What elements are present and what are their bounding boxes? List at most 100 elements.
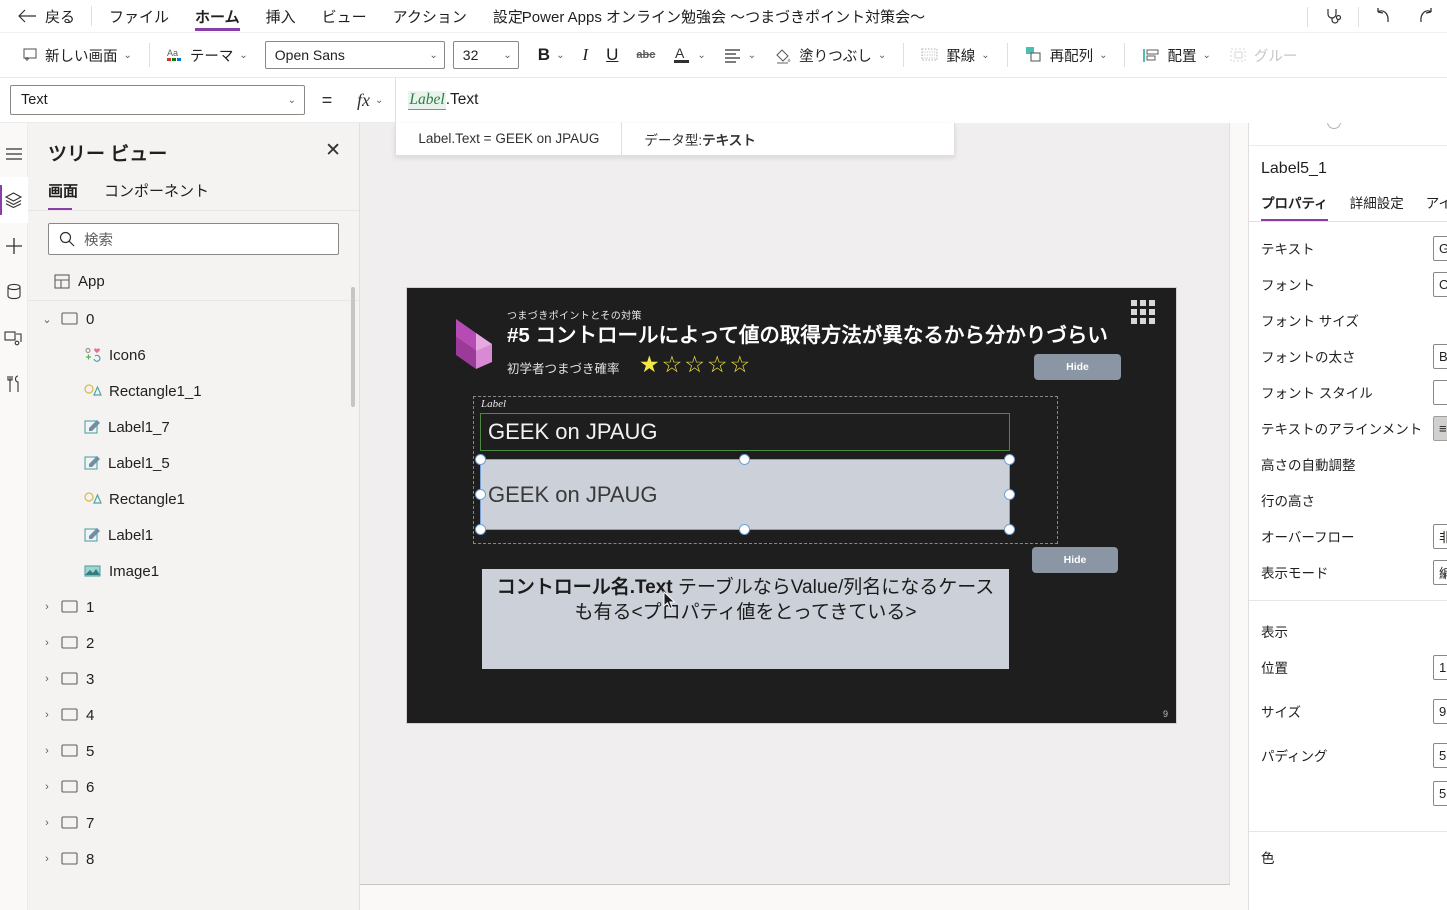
font-family-select[interactable]: Open Sans ⌄	[264, 41, 445, 69]
tree-item-label1-7[interactable]: Label1_7	[28, 409, 359, 445]
resize-handle-s[interactable]	[739, 524, 750, 535]
tab-properties[interactable]: プロパティ	[1261, 190, 1328, 221]
chevron-right-icon[interactable]: ›	[40, 745, 54, 757]
hide-button-2[interactable]: Hide	[1032, 547, 1118, 573]
tools-icon[interactable]	[0, 361, 28, 407]
hide-button-1[interactable]: Hide	[1034, 354, 1121, 380]
chevron-down-icon: ⌄	[239, 49, 248, 61]
tab-ideas[interactable]: アイ	[1426, 190, 1447, 221]
text-alignment-button[interactable]: ≡	[1433, 416, 1447, 441]
tree-item-screen-3[interactable]: › 3	[28, 661, 359, 697]
menu-item-file[interactable]: ファイル	[96, 0, 182, 33]
tree-item-app[interactable]: App	[28, 263, 359, 301]
menu-item-home[interactable]: ホーム	[182, 0, 253, 33]
size-input[interactable]: 93	[1433, 699, 1447, 724]
search-input[interactable]: 検索	[48, 223, 339, 255]
tree-item-image1[interactable]: Image1	[28, 553, 359, 589]
tree-item-rectangle1-1[interactable]: Rectangle1_1	[28, 373, 359, 409]
insert-plus-icon[interactable]	[0, 223, 28, 269]
font-value-input[interactable]: Op	[1433, 272, 1447, 297]
property-label: フォント スタイル	[1261, 386, 1373, 401]
tree-item-screen-9[interactable]: ⌄ 9	[28, 877, 359, 889]
tree-scrollbar-thumb[interactable]	[351, 287, 355, 407]
resize-handle-e[interactable]	[1004, 489, 1015, 500]
chevron-right-icon[interactable]: ›	[40, 853, 54, 865]
resize-handle-sw[interactable]	[475, 524, 486, 535]
tree-item-screen-6[interactable]: › 6	[28, 769, 359, 805]
strikethrough-button[interactable]: abc	[627, 39, 664, 71]
tree-item-label1[interactable]: Label1	[28, 517, 359, 553]
text-value-input[interactable]: GE	[1433, 236, 1447, 261]
bold-button[interactable]: B ⌄	[529, 39, 574, 71]
tree-view-layers-icon[interactable]	[0, 177, 28, 223]
fx-button[interactable]: fx ⌄	[349, 90, 395, 111]
redo-icon[interactable]	[1405, 0, 1447, 33]
resize-handle-n[interactable]	[739, 454, 750, 465]
display-mode-input[interactable]: 編	[1433, 560, 1447, 585]
tree-item-label1-5[interactable]: Label1_5	[28, 445, 359, 481]
data-cylinder-icon[interactable]	[0, 269, 28, 315]
tree-item-screen-7[interactable]: › 7	[28, 805, 359, 841]
grid-menu-icon[interactable]	[1131, 300, 1157, 326]
padding-input-1[interactable]: 5	[1433, 743, 1447, 768]
formula-input[interactable]: Label .Text	[395, 77, 1447, 123]
property-select[interactable]: Text ⌄	[10, 85, 305, 115]
chevron-right-icon[interactable]: ›	[40, 673, 54, 685]
tree-item-screen-2[interactable]: › 2	[28, 625, 359, 661]
arrange-button[interactable]: 配置 ⌄	[1133, 39, 1219, 71]
menu-item-settings[interactable]: 設定	[480, 0, 536, 33]
chevron-right-icon[interactable]: ›	[40, 601, 54, 613]
menu-item-insert[interactable]: 挿入	[253, 0, 309, 33]
font-color-button[interactable]: A ⌄	[664, 39, 714, 71]
close-icon[interactable]: ✕	[321, 139, 345, 162]
resize-handle-nw[interactable]	[475, 454, 486, 465]
undo-icon[interactable]	[1363, 0, 1405, 33]
position-input[interactable]: 12	[1433, 655, 1447, 680]
chevron-right-icon[interactable]: ›	[40, 781, 54, 793]
text-align-button[interactable]: ⌄	[715, 39, 765, 71]
font-weight-input[interactable]: B	[1433, 344, 1447, 369]
italic-button[interactable]: I	[573, 39, 597, 71]
border-button[interactable]: 罫線 ⌄	[912, 39, 998, 71]
tree-item-screen-4[interactable]: › 4	[28, 697, 359, 733]
font-style-input[interactable]	[1433, 380, 1447, 405]
divider	[91, 6, 93, 26]
menu-item-view[interactable]: ビュー	[309, 0, 380, 33]
explanation-paragraph[interactable]: コントロール名.Text テーブルならValue/列名になるケースも有る<プロパ…	[482, 569, 1009, 669]
back-button[interactable]: 戻る	[0, 6, 87, 27]
tree-item-icon6[interactable]: Icon6	[28, 337, 359, 373]
tab-components[interactable]: コンポーネント	[104, 174, 219, 210]
underline-button[interactable]: U	[597, 39, 627, 71]
fill-button[interactable]: 塗りつぶし ⌄	[765, 39, 895, 71]
resize-handle-w[interactable]	[475, 489, 486, 500]
chevron-right-icon[interactable]: ›	[40, 709, 54, 721]
overflow-input[interactable]: 非	[1433, 524, 1447, 549]
property-row-position: 位置 12	[1249, 645, 1447, 689]
new-screen-button[interactable]: 新しい画面 ⌄	[14, 39, 141, 71]
menu-item-action[interactable]: アクション	[380, 0, 480, 33]
resize-handle-ne[interactable]	[1004, 454, 1015, 465]
app-checker-stethoscope-icon[interactable]	[1312, 0, 1354, 33]
reorder-button[interactable]: 再配列 ⌄	[1016, 39, 1117, 71]
label-selected-control[interactable]: GEEK on JPAUG	[480, 459, 1010, 530]
canvas-area[interactable]: つまづきポイントとその対策 #5 コントロールによって値の取得方法が異なるから分…	[360, 123, 1230, 885]
tree-item-screen-5[interactable]: › 5	[28, 733, 359, 769]
tree-item-screen-1[interactable]: › 1	[28, 589, 359, 625]
chevron-right-icon[interactable]: ›	[40, 637, 54, 649]
tab-advanced[interactable]: 詳細設定	[1350, 190, 1404, 221]
label-green-control[interactable]: GEEK on JPAUG	[480, 413, 1010, 451]
theme-button[interactable]: Aa テーマ ⌄	[158, 39, 257, 71]
property-label: サイズ	[1261, 705, 1302, 720]
media-icon[interactable]	[0, 315, 28, 361]
font-size-select[interactable]: 32 ⌄	[452, 41, 519, 69]
tree-item-screen-0[interactable]: ⌄ 0	[28, 301, 359, 337]
app-screen-canvas[interactable]: つまづきポイントとその対策 #5 コントロールによって値の取得方法が異なるから分…	[407, 288, 1176, 723]
resize-handle-se[interactable]	[1004, 524, 1015, 535]
chevron-right-icon[interactable]: ›	[40, 817, 54, 829]
padding-input-2[interactable]: 5	[1433, 781, 1447, 806]
tab-screens[interactable]: 画面	[48, 174, 88, 210]
chevron-down-icon[interactable]: ⌄	[40, 313, 54, 326]
tree-item-rectangle1[interactable]: Rectangle1	[28, 481, 359, 517]
tree-item-screen-8[interactable]: › 8	[28, 841, 359, 877]
hamburger-menu-icon[interactable]	[0, 131, 28, 177]
